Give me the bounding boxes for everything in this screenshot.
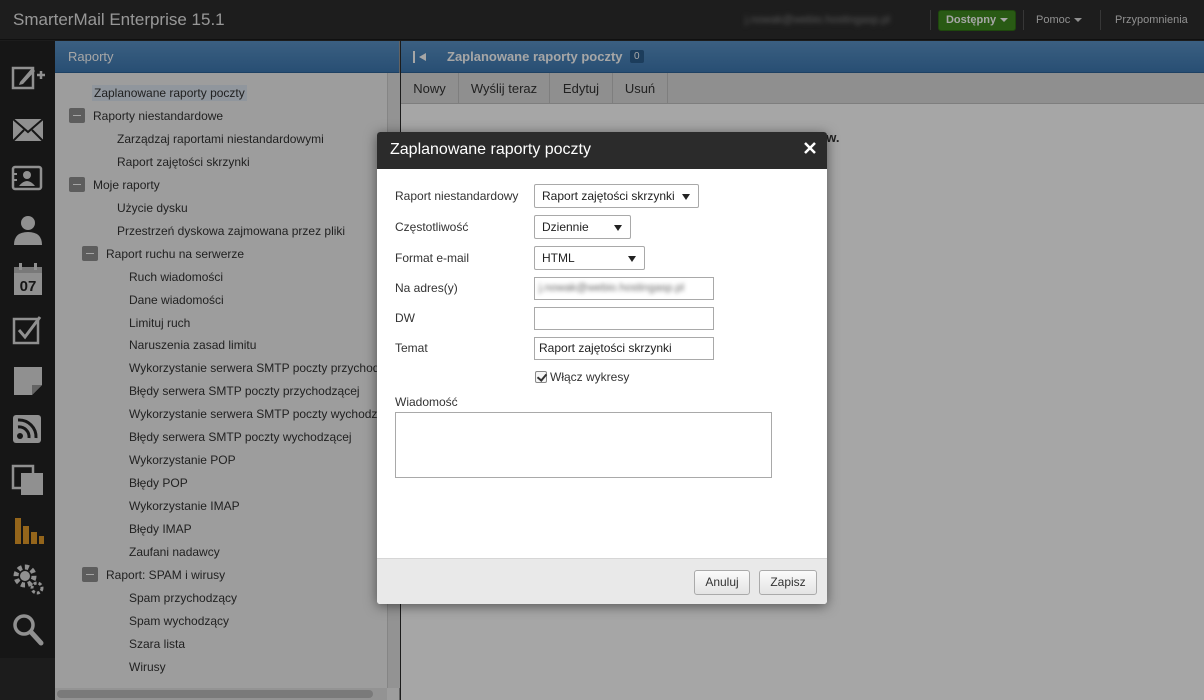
email-format-label: Format e-mail: [395, 251, 470, 265]
frequency-select[interactable]: Dziennie: [534, 215, 631, 239]
close-icon[interactable]: [803, 141, 817, 155]
cc-label: DW: [395, 311, 415, 325]
email-format-select[interactable]: HTML: [534, 246, 645, 270]
to-address-value: j.nowak@webio.hostingasp.pl: [539, 282, 685, 294]
enable-charts-checkbox[interactable]: [535, 371, 547, 383]
custom-report-value: Raport zajętości skrzynki: [542, 189, 675, 203]
custom-report-label: Raport niestandardowy: [395, 189, 519, 203]
scheduled-report-dialog: Zaplanowane raporty poczty Raport niesta…: [377, 132, 827, 604]
dropdown-arrow-icon: [628, 256, 636, 262]
enable-charts-label[interactable]: Włącz wykresy: [550, 370, 629, 384]
save-button[interactable]: Zapisz: [759, 570, 817, 595]
dialog-footer: Anuluj Zapisz: [377, 558, 827, 604]
frequency-label: Częstotliwość: [395, 220, 469, 234]
to-address-input[interactable]: j.nowak@webio.hostingasp.pl: [534, 277, 714, 300]
message-label: Wiadomość: [395, 395, 458, 409]
dialog-header: Zaplanowane raporty poczty: [377, 132, 827, 169]
dialog-title: Zaplanowane raporty poczty: [390, 141, 591, 158]
cc-input[interactable]: [534, 307, 714, 330]
custom-report-select[interactable]: Raport zajętości skrzynki: [534, 184, 699, 208]
dropdown-arrow-icon: [614, 225, 622, 231]
frequency-value: Dziennie: [542, 220, 589, 234]
cancel-button[interactable]: Anuluj: [694, 570, 750, 595]
subject-label: Temat: [395, 341, 428, 355]
to-address-label: Na adres(y): [395, 281, 458, 295]
message-textarea[interactable]: [395, 412, 772, 478]
dropdown-arrow-icon: [682, 194, 690, 200]
email-format-value: HTML: [542, 251, 575, 265]
subject-input[interactable]: Raport zajętości skrzynki: [534, 337, 714, 360]
